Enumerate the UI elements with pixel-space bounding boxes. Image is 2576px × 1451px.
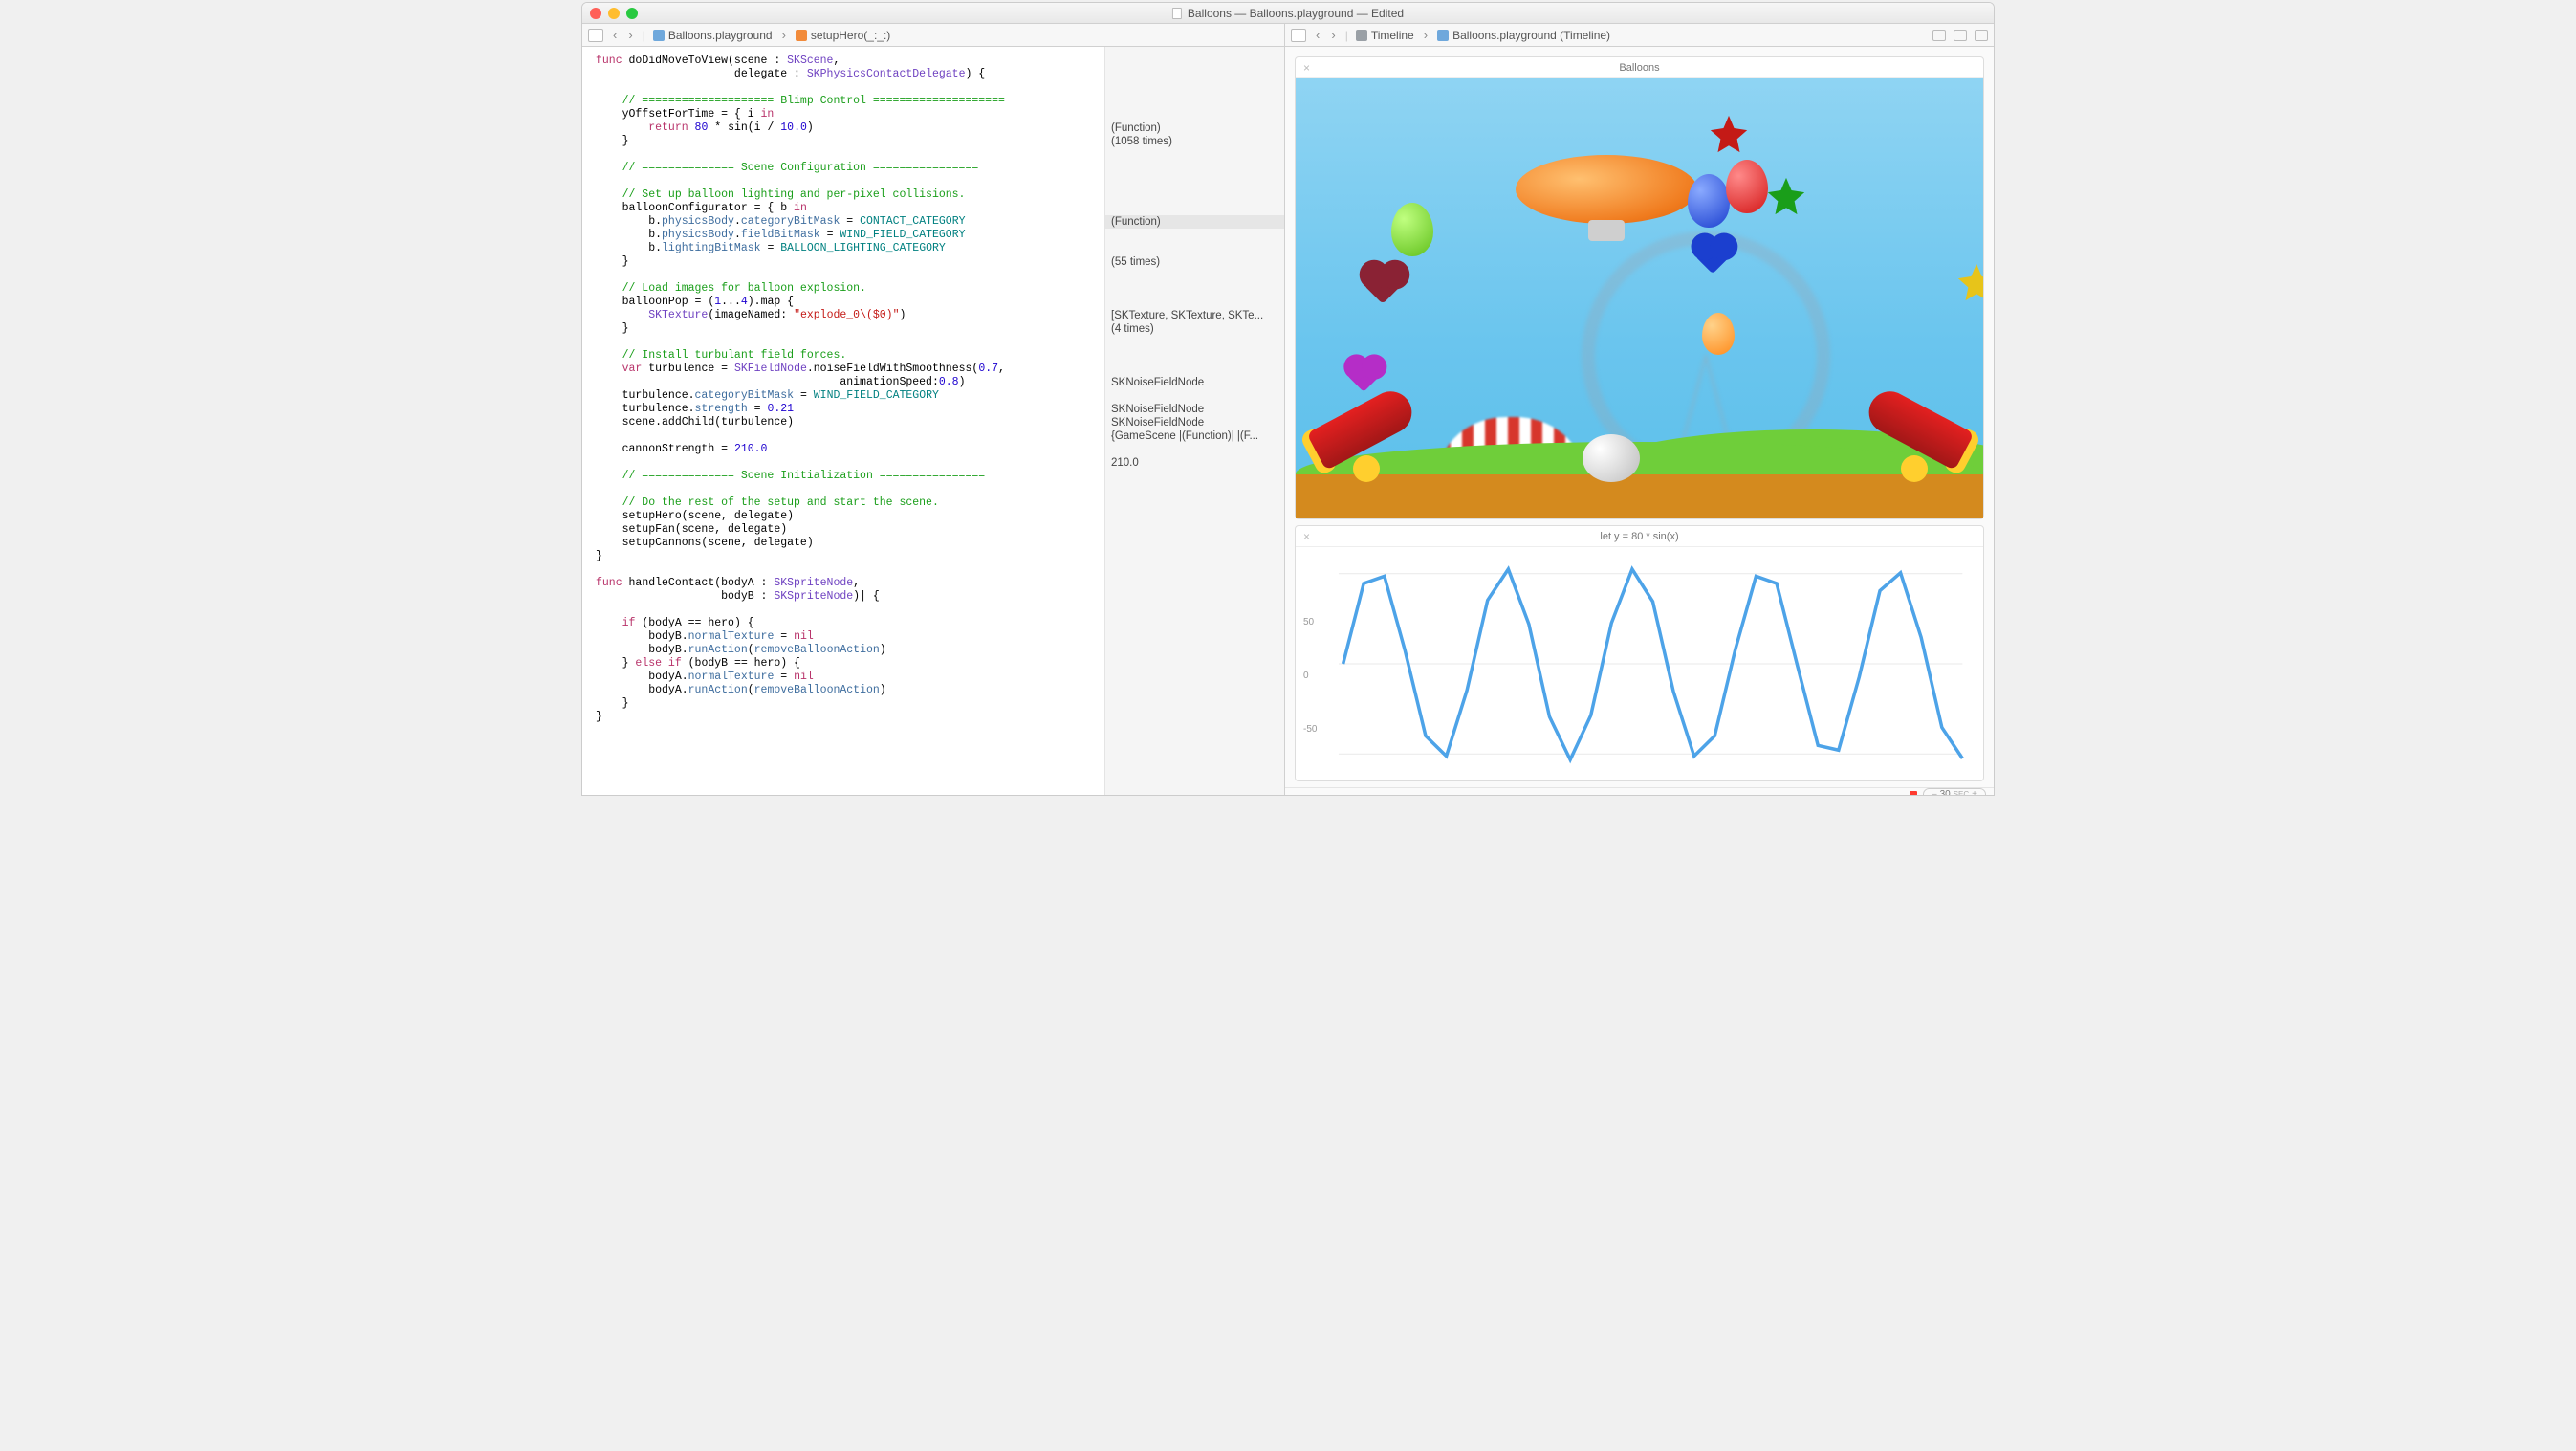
- duration-unit: SEC: [1954, 790, 1969, 795]
- editor-pane: func doDidMoveToView(scene : SKScene, de…: [582, 47, 1285, 795]
- results-gutter: (Function) (1058 times) (Function) (55 t…: [1104, 47, 1284, 795]
- minimize-button[interactable]: [608, 8, 620, 19]
- maximize-button[interactable]: [626, 8, 638, 19]
- traffic-lights: [590, 8, 638, 19]
- chevron-right-icon: ›: [1422, 28, 1430, 42]
- duration-value: 30: [1940, 789, 1951, 795]
- content-split: func doDidMoveToView(scene : SKScene, de…: [582, 47, 1994, 795]
- close-button[interactable]: [590, 8, 601, 19]
- preview-title: Balloons: [1619, 62, 1659, 74]
- source-code[interactable]: func doDidMoveToView(scene : SKScene, de…: [596, 55, 1101, 724]
- separator: |: [1345, 29, 1348, 42]
- ytick: -50: [1303, 724, 1317, 735]
- assistant-back-button[interactable]: ‹: [1314, 28, 1321, 42]
- crumb-symbol-label: setupHero(_:_:): [811, 29, 890, 42]
- jump-bar-right: ‹ › | Timeline › Balloons.playground (Ti…: [1285, 24, 1994, 46]
- balloon-heart-purple: [1347, 358, 1382, 392]
- xcode-window: Balloons — Balloons.playground — Edited …: [581, 2, 1995, 796]
- playground-file-icon: [1437, 30, 1449, 41]
- gutter-result[interactable]: 210.0: [1111, 456, 1278, 470]
- crumb-timeline[interactable]: Timeline: [1356, 29, 1414, 42]
- timeline-footer: – 30 SEC +: [1285, 787, 1994, 795]
- forward-button[interactable]: ›: [626, 28, 634, 42]
- add-pane-icon[interactable]: [1954, 30, 1967, 41]
- assistant-related-icon[interactable]: [1291, 29, 1306, 42]
- close-icon[interactable]: ×: [1303, 61, 1310, 75]
- ytick: 50: [1303, 617, 1314, 627]
- playground-file-icon: [653, 30, 665, 41]
- close-pane-icon[interactable]: [1975, 30, 1988, 41]
- value-history-chart: × let y = 80 * sin(x) 50 0 -50: [1295, 525, 1984, 781]
- crumb-timeline-file-label: Balloons.playground (Timeline): [1452, 29, 1610, 42]
- balloon-red: [1726, 160, 1768, 213]
- crumb-file[interactable]: Balloons.playground: [653, 29, 773, 42]
- crumb-timeline-file[interactable]: Balloons.playground (Timeline): [1437, 29, 1610, 42]
- gutter-result[interactable]: SKNoiseFieldNode: [1111, 376, 1278, 389]
- assistant-forward-button[interactable]: ›: [1329, 28, 1337, 42]
- window-title: Balloons — Balloons.playground — Edited: [1172, 7, 1404, 20]
- chevron-right-icon: ›: [780, 28, 788, 42]
- code-editor[interactable]: func doDidMoveToView(scene : SKScene, de…: [582, 47, 1104, 795]
- gutter-result[interactable]: (1058 times): [1111, 135, 1278, 148]
- balloon-orange: [1702, 313, 1735, 355]
- record-indicator-icon[interactable]: [1910, 791, 1917, 796]
- document-icon: [1172, 8, 1182, 19]
- close-icon[interactable]: ×: [1303, 530, 1310, 543]
- gutter-result[interactable]: (Function): [1111, 121, 1278, 135]
- duration-pill[interactable]: – 30 SEC +: [1923, 788, 1986, 795]
- crumb-file-label: Balloons.playground: [668, 29, 773, 42]
- balloon-green: [1391, 203, 1433, 256]
- live-preview: × Balloons: [1295, 56, 1984, 519]
- cannon-right: [1845, 421, 1960, 476]
- separator: |: [643, 29, 645, 42]
- gutter-result[interactable]: [SKTexture, SKTexture, SKTe...: [1111, 309, 1278, 322]
- jump-bar-left: ‹ › | Balloons.playground › setupHero(_:…: [582, 24, 1285, 46]
- layout-icon[interactable]: [1932, 30, 1946, 41]
- balloon-heart-red: [1364, 264, 1404, 304]
- game-scene: [1296, 78, 1983, 518]
- fan-canister: [1583, 434, 1640, 482]
- assistant-pane: × Balloons: [1285, 47, 1994, 795]
- ytick: 0: [1303, 671, 1309, 681]
- jump-bar: ‹ › | Balloons.playground › setupHero(_:…: [582, 24, 1994, 47]
- window-title-text: Balloons — Balloons.playground — Edited: [1188, 7, 1404, 20]
- gutter-result[interactable]: (55 times): [1111, 255, 1278, 269]
- cannon-left: [1321, 421, 1435, 476]
- crumb-symbol[interactable]: setupHero(_:_:): [796, 29, 890, 42]
- titlebar: Balloons — Balloons.playground — Edited: [582, 3, 1994, 24]
- gutter-result[interactable]: SKNoiseFieldNode: [1111, 403, 1278, 416]
- ground: [1296, 474, 1983, 518]
- gutter-result[interactable]: (Function): [1105, 215, 1284, 229]
- sine-plot: [1305, 551, 1974, 777]
- function-icon: [796, 30, 807, 41]
- gutter-result[interactable]: SKNoiseFieldNode: [1111, 416, 1278, 429]
- blimp: [1516, 155, 1697, 224]
- crumb-timeline-label: Timeline: [1371, 29, 1414, 42]
- related-items-icon[interactable]: [588, 29, 603, 42]
- timeline-icon: [1356, 30, 1367, 41]
- gutter-result[interactable]: (4 times): [1111, 322, 1278, 336]
- gutter-result[interactable]: {GameScene |(Function)| |(F...: [1111, 429, 1278, 443]
- back-button[interactable]: ‹: [611, 28, 619, 42]
- preview-header: × Balloons: [1296, 57, 1983, 78]
- chart-header: × let y = 80 * sin(x): [1296, 526, 1983, 547]
- balloon-blue: [1688, 174, 1730, 228]
- chart-title: let y = 80 * sin(x): [1600, 531, 1678, 542]
- chart-area[interactable]: 50 0 -50: [1296, 547, 1983, 780]
